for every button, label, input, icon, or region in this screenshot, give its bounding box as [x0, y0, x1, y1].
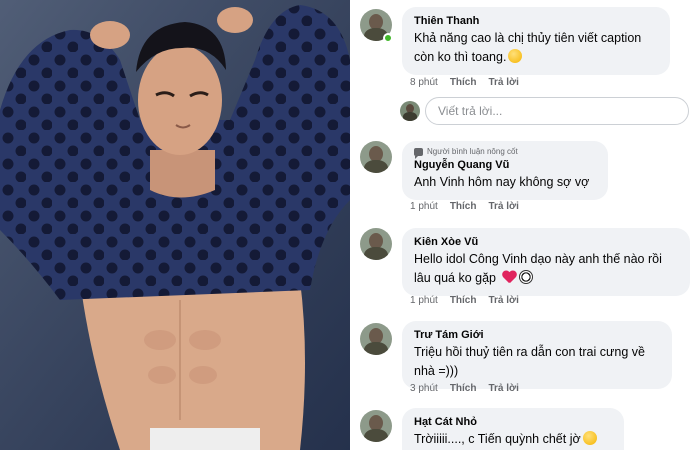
comment-bubble: Hạt Cát Nhỏ Trờiiiii...., c Tiến quỳnh c… — [402, 408, 624, 450]
comment-author[interactable]: Nguyễn Quang Vũ — [414, 158, 596, 172]
post-photo[interactable] — [0, 0, 350, 450]
comment-actions: 8 phút Thích Trả lời — [410, 77, 531, 88]
reply-button[interactable]: Trả lời — [488, 77, 518, 88]
smile-emoji-icon — [582, 431, 597, 445]
comment-time[interactable]: 3 phút — [410, 383, 438, 394]
comment-actions: 1 phút Thích Trả lời — [410, 201, 531, 212]
like-button[interactable]: Thích — [450, 201, 477, 212]
comment-time[interactable]: 1 phút — [410, 201, 438, 212]
comment-author[interactable]: Kiên Xòe Vũ — [414, 235, 678, 249]
commenter-avatar[interactable] — [360, 323, 392, 355]
reply-input[interactable] — [425, 97, 689, 125]
current-user-avatar — [400, 101, 420, 121]
comment-author[interactable]: Hạt Cát Nhỏ — [414, 415, 612, 429]
commenter-avatar[interactable] — [360, 228, 392, 260]
commenter-avatar[interactable] — [360, 141, 392, 173]
like-button[interactable]: Thích — [450, 77, 477, 88]
reply-button[interactable]: Trả lời — [488, 383, 518, 394]
comment-bubble: Trư Tám Giới Triệu hồi thuỷ tiên ra dẫn … — [402, 321, 672, 389]
comment-bubble: Người bình luận nông cốt Nguyễn Quang Vũ… — [402, 141, 608, 200]
heart-emoji-icon — [502, 271, 517, 284]
comment-actions: 3 phút Thích Trả lời — [410, 383, 531, 394]
like-button[interactable]: Thích — [450, 383, 477, 394]
comment-time[interactable]: 8 phút — [410, 77, 438, 88]
comment-badge-icon — [414, 147, 423, 159]
like-button[interactable]: Thích — [450, 295, 477, 306]
comment-bubble: Thiên Thanh Khả năng cao là chị thủy tiê… — [402, 7, 670, 75]
man-portrait-illustration — [0, 0, 350, 450]
comment-author[interactable]: Trư Tám Giới — [414, 328, 660, 342]
reply-button[interactable]: Trả lời — [488, 201, 518, 212]
comment-bubble: Kiên Xòe Vũ Hello idol Công Vinh dạo này… — [402, 228, 690, 296]
comment-text: Anh Vinh hôm nay không sợ vợ — [414, 175, 590, 189]
comment-text: Hello idol Công Vinh dạo này anh thế nào… — [414, 252, 662, 285]
smile-emoji-icon — [508, 49, 523, 63]
comment-actions: 1 phút Thích Trả lời — [410, 295, 531, 306]
commenter-avatar[interactable] — [360, 410, 392, 442]
reply-button[interactable]: Trả lời — [488, 295, 518, 306]
comment-text: Trờiiiii...., c Tiến quỳnh chết jờ — [414, 430, 612, 449]
online-status-dot — [383, 33, 393, 43]
comment-text: Khả năng cao là chị thủy tiên viết capti… — [414, 31, 642, 64]
soccer-ball-emoji-icon — [518, 270, 533, 284]
comment-text: Triệu hồi thuỷ tiên ra dẫn con trai cưng… — [414, 345, 645, 378]
top-fan-badge: Người bình luận nông cốt — [414, 147, 596, 159]
comment-time[interactable]: 1 phút — [410, 295, 438, 306]
comment-author[interactable]: Thiên Thanh — [414, 14, 658, 28]
